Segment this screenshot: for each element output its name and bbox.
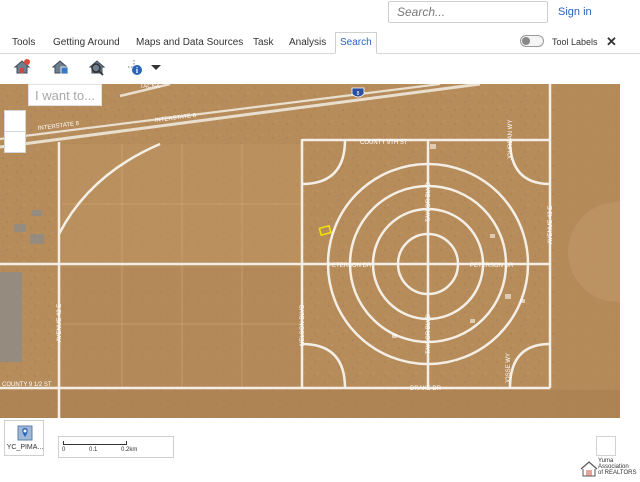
label-peterson-left: PETERSON DR: [328, 263, 372, 269]
map-layer-icon: [17, 425, 33, 441]
tab-analysis[interactable]: Analysis: [285, 33, 330, 52]
interstate-shield-icon: 8: [351, 87, 365, 98]
scale-bar-line: [63, 441, 127, 445]
label-county-9-half: COUNTY 9 1/2 ST: [2, 382, 52, 388]
label-nelson: NELSON BLVD: [300, 304, 306, 346]
layer-button[interactable]: YC_PIMA...: [4, 420, 44, 456]
label-avenue-43e: AVENUE 43 E: [548, 206, 554, 244]
zoom-in-button[interactable]: [4, 110, 26, 132]
close-icon[interactable]: ✕: [606, 34, 617, 50]
top-bar: Sign in: [0, 0, 640, 32]
search-owner-icon[interactable]: [87, 57, 107, 77]
tab-task[interactable]: Task: [249, 33, 278, 52]
sign-in-link[interactable]: Sign in: [558, 6, 592, 18]
search-address-icon[interactable]: [12, 57, 32, 77]
tab-maps-and-data-sources[interactable]: Maps and Data Sources: [132, 33, 247, 52]
tool-labels-toggle[interactable]: [520, 35, 544, 47]
label-county-9th: COUNTY 9TH ST: [360, 140, 408, 146]
search-input[interactable]: [388, 1, 548, 23]
label-josse-wy: JOSSE WY: [506, 353, 512, 384]
label-taylor-top: TAYLOR BLVD: [426, 181, 432, 222]
identify-icon[interactable]: i: [126, 57, 146, 77]
label-peterson-right: PETERSON DR: [470, 263, 514, 269]
label-jourdan-wy: JOURDAN WY: [508, 120, 514, 160]
label-tacna: TACNA: [140, 84, 160, 90]
scale-tick-0: 0: [62, 447, 66, 453]
tab-getting-around[interactable]: Getting Around: [49, 33, 124, 52]
basemap-toggle-button[interactable]: [596, 436, 616, 456]
zoom-out-button[interactable]: [4, 131, 26, 153]
label-taylor-bottom: TAYLOR BLVD: [426, 313, 432, 354]
label-drake: DRAKE DR: [410, 386, 442, 392]
tool-labels-text: Tool Labels: [552, 37, 598, 47]
logo-line-3: of REALTORS: [598, 470, 637, 476]
search-toolbar: i: [0, 54, 640, 84]
scale-tick-1: 0.1: [89, 447, 98, 453]
house-logo-icon: [580, 461, 598, 477]
i-want-to-menu[interactable]: I want to...: [28, 84, 102, 106]
tab-bar: Tools Getting Around Maps and Data Sourc…: [0, 32, 640, 54]
yuma-realtors-logo: Yuma Association of REALTORS: [580, 458, 638, 480]
aerial-imagery: TACNA INTERSTATE 8 INTERSTATE 8 COUNTY 9…: [0, 84, 620, 418]
svg-text:8: 8: [357, 91, 360, 97]
layer-label: YC_PIMA...: [6, 444, 44, 451]
chevron-down-icon[interactable]: [148, 57, 168, 77]
tab-search[interactable]: Search: [335, 32, 377, 54]
tab-tools[interactable]: Tools: [8, 33, 39, 52]
scale-bar: 0 0.1 0.2km: [58, 436, 174, 458]
label-avenue-42e: AVENUE 42 E: [57, 304, 63, 342]
map-view[interactable]: TACNA INTERSTATE 8 INTERSTATE 8 COUNTY 9…: [0, 84, 620, 418]
search-parcel-icon[interactable]: [50, 57, 70, 77]
scale-tick-2: 0.2km: [121, 447, 138, 453]
